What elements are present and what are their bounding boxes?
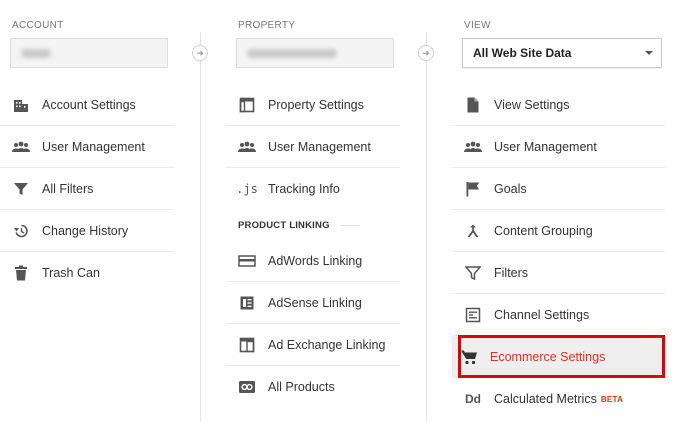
account-header: ACCOUNT bbox=[12, 20, 64, 31]
content-grouping-item[interactable]: Content Grouping bbox=[452, 210, 665, 252]
item-label: Content Grouping bbox=[494, 223, 593, 238]
view-filters-item[interactable]: Filters bbox=[452, 252, 665, 294]
content-grouping-icon bbox=[464, 222, 482, 240]
column-divider bbox=[426, 32, 427, 422]
all-filters-item[interactable]: All Filters bbox=[0, 168, 174, 210]
account-settings-item[interactable]: Account Settings bbox=[0, 84, 174, 126]
item-label: AdSense Linking bbox=[268, 295, 362, 310]
item-label: Calculated Metrics bbox=[494, 392, 597, 406]
account-menu: Account Settings User Management All Fil… bbox=[0, 84, 200, 294]
caret-down-icon bbox=[645, 51, 653, 55]
tracking-info-item[interactable]: .js Tracking Info bbox=[226, 168, 400, 210]
view-selected-value: All Web Site Data bbox=[473, 46, 572, 60]
trash-icon bbox=[12, 264, 30, 282]
item-label: Ad Exchange Linking bbox=[268, 337, 386, 352]
people-icon bbox=[464, 138, 482, 156]
item-label: User Management bbox=[268, 139, 371, 154]
property-settings-item[interactable]: Property Settings bbox=[226, 84, 400, 126]
goals-item[interactable]: Goals bbox=[452, 168, 665, 210]
product-linking-heading: PRODUCT LINKING bbox=[226, 210, 400, 240]
beta-badge: BETA bbox=[600, 394, 624, 404]
view-user-management-item[interactable]: User Management bbox=[452, 126, 665, 168]
view-menu: View Settings User Management Goals Cont… bbox=[452, 84, 691, 420]
people-icon bbox=[12, 138, 30, 156]
item-label: User Management bbox=[42, 139, 145, 154]
item-label: Change History bbox=[42, 223, 129, 238]
dd-icon: Dd bbox=[465, 392, 481, 406]
item-label: Tracking Info bbox=[268, 182, 340, 196]
flag-icon bbox=[464, 180, 482, 198]
channel-settings-icon bbox=[464, 306, 482, 324]
filter-icon bbox=[12, 180, 30, 198]
change-history-item[interactable]: Change History bbox=[0, 210, 174, 252]
item-label: Property Settings bbox=[268, 97, 364, 112]
channel-settings-item[interactable]: Channel Settings bbox=[452, 294, 665, 336]
item-label: Account Settings bbox=[42, 97, 136, 112]
adsense-icon bbox=[238, 294, 256, 312]
document-icon bbox=[464, 96, 482, 114]
link-icon bbox=[238, 378, 256, 396]
item-label: Goals bbox=[494, 181, 527, 196]
ad-exchange-linking-item[interactable]: Ad Exchange Linking bbox=[226, 324, 400, 366]
account-user-management-item[interactable]: User Management bbox=[0, 126, 174, 168]
adwords-icon bbox=[238, 252, 256, 270]
account-selector[interactable] bbox=[10, 38, 168, 68]
view-selector[interactable]: All Web Site Data bbox=[462, 38, 662, 68]
ecommerce-settings-item[interactable]: Ecommerce Settings bbox=[452, 336, 667, 378]
view-header: VIEW bbox=[464, 20, 491, 31]
property-selector[interactable] bbox=[236, 38, 394, 68]
column-divider bbox=[200, 32, 201, 422]
item-label: All Filters bbox=[42, 181, 94, 196]
item-label: Ecommerce Settings bbox=[490, 349, 606, 364]
section-label-text: PRODUCT LINKING bbox=[238, 219, 330, 231]
adwords-linking-item[interactable]: AdWords Linking bbox=[226, 240, 400, 282]
property-user-management-item[interactable]: User Management bbox=[226, 126, 400, 168]
ad-exchange-icon bbox=[238, 336, 256, 354]
people-icon bbox=[238, 138, 256, 156]
item-label: AdWords Linking bbox=[268, 253, 363, 268]
redacted-property-name bbox=[247, 48, 337, 58]
item-label: View Settings bbox=[494, 97, 570, 112]
view-settings-item[interactable]: View Settings bbox=[452, 84, 665, 126]
redacted-account-name bbox=[21, 48, 51, 58]
property-menu: Property Settings User Management .js Tr… bbox=[226, 84, 426, 408]
item-label: User Management bbox=[494, 139, 597, 154]
filter-icon bbox=[464, 264, 482, 282]
item-label: Channel Settings bbox=[494, 307, 590, 322]
property-column: PROPERTY Property Settings User Manageme… bbox=[226, 0, 426, 422]
calculated-metrics-item[interactable]: Dd Calculated Metrics BETA bbox=[452, 378, 665, 420]
building-icon bbox=[12, 96, 30, 114]
adsense-linking-item[interactable]: AdSense Linking bbox=[226, 282, 400, 324]
item-label: Trash Can bbox=[42, 266, 100, 280]
history-icon bbox=[12, 222, 30, 240]
section-rule bbox=[339, 224, 360, 226]
js-icon: .js bbox=[236, 182, 258, 196]
property-settings-icon bbox=[238, 96, 256, 114]
item-label: Filters bbox=[494, 265, 529, 280]
cart-icon bbox=[460, 348, 478, 366]
item-label: All Products bbox=[268, 380, 335, 394]
account-column: ACCOUNT Account Settings User Management… bbox=[0, 0, 200, 422]
view-column: VIEW All Web Site Data View Settings Use… bbox=[452, 0, 691, 422]
property-header: PROPERTY bbox=[238, 20, 296, 31]
all-products-item[interactable]: All Products bbox=[226, 366, 400, 408]
trash-can-item[interactable]: Trash Can bbox=[0, 252, 174, 294]
